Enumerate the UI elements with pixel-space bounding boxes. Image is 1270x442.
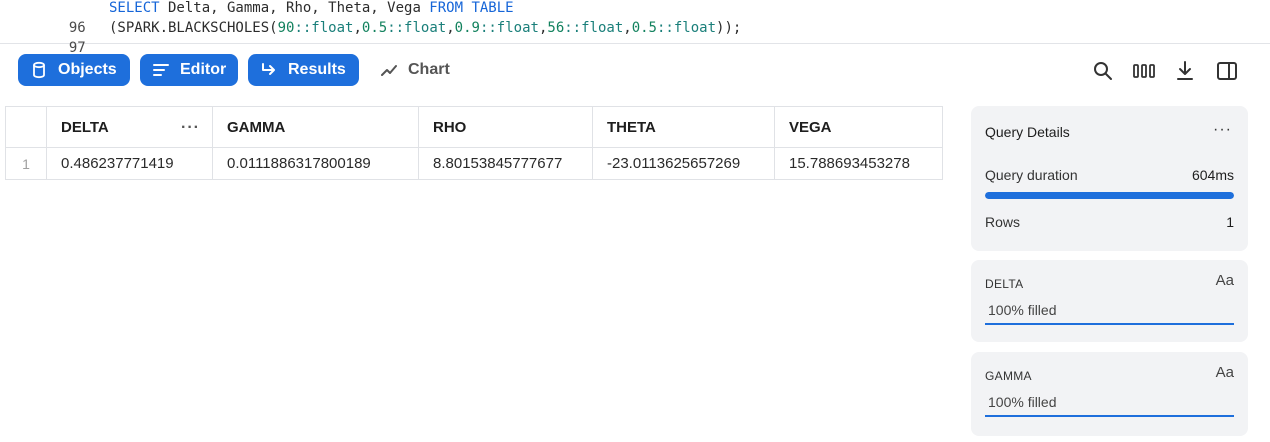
column-header-label: RHO [433,118,467,136]
text-type-icon: Aa [1215,364,1234,381]
trend-line-icon [381,65,397,76]
code-number: 56 [547,20,565,36]
code-type: ::float [294,20,354,36]
column-header-vega[interactable]: VEGA [774,106,943,148]
code-text: (SPARK.BLACKSCHOLES(90::float,0.5::float… [109,18,741,38]
query-duration-bar-fill [985,192,1234,199]
column-header-theta[interactable]: THETA [592,106,775,148]
columns-icon[interactable] [1132,59,1156,83]
fill-rate-text: 100% filled [988,302,1057,318]
code-line-96: 96 SELECT Delta, Gamma, Rho, Theta, Vega… [0,0,514,36]
editor-label: Editor [180,61,227,78]
results-button[interactable]: Results [248,54,359,86]
rows-label: Rows [985,214,1021,230]
code-comma: , [353,20,362,36]
column-card-delta[interactable]: DELTA Aa 100% filled [971,260,1248,342]
query-duration-label: Query duration [985,167,1078,183]
code-type: ::float [387,20,447,36]
column-card-name: DELTA [985,277,1024,291]
code-type: ::float [479,20,539,36]
download-icon[interactable] [1173,59,1197,83]
code-number: 90 [277,20,295,36]
editor-button[interactable]: Editor [140,54,238,86]
code-fn: (SPARK.BLACKSCHOLES( [109,20,278,36]
search-icon[interactable] [1091,59,1115,83]
fill-rate-underline [985,415,1234,417]
table-row[interactable]: 1 0.486237771419 0.0111886317800189 8.80… [5,147,943,180]
table-cell[interactable]: 15.788693453278 [774,147,943,180]
fill-rate-text: 100% filled [988,394,1057,410]
code-number: 0.5 [361,20,388,36]
database-icon [33,61,45,79]
keyword-select: SELECT [109,0,160,16]
query-duration-value: 604ms [1191,167,1234,183]
code-line-97: 97 (SPARK.BLACKSCHOLES(90::float,0.5::fl… [0,18,741,56]
table-header-row: DELTA ··· GAMMA RHO THETA VEGA [5,106,943,148]
query-details-card: Query Details ··· Query duration 604ms R… [971,106,1248,251]
column-header-delta[interactable]: DELTA ··· [46,106,213,148]
results-table: DELTA ··· GAMMA RHO THETA VEGA 1 0.486237… [5,106,943,180]
code-comma: , [623,20,632,36]
code-type: ::float [564,20,624,36]
table-cell[interactable]: 0.0111886317800189 [212,147,419,180]
sql-editor[interactable]: 96 SELECT Delta, Gamma, Rho, Theta, Vega… [0,0,1270,56]
column-header-label: DELTA [61,118,109,136]
code-number: 0.5 [631,20,657,36]
table-cell[interactable]: 8.80153845777677 [418,147,593,180]
column-header-label: THETA [607,118,656,136]
panel-toggle-icon[interactable] [1215,59,1239,83]
column-header-gamma[interactable]: GAMMA [212,106,419,148]
column-menu-icon[interactable]: ··· [181,119,200,137]
query-duration-bar [985,192,1234,199]
code-suffix: )); [716,20,742,36]
text-type-icon: Aa [1215,272,1234,289]
query-details-title: Query Details [985,124,1070,140]
rows-value: 1 [1226,214,1234,230]
lines-icon [153,64,169,76]
table-cell[interactable]: -23.0113625657269 [592,147,775,180]
code-comma: , [446,20,455,36]
table-cell[interactable]: 0.486237771419 [46,147,213,180]
row-number-header [5,106,47,148]
code-type: ::float [657,20,717,36]
column-header-label: VEGA [789,118,832,136]
objects-label: Objects [58,61,117,78]
column-card-name: GAMMA [985,369,1032,383]
column-card-gamma[interactable]: GAMMA Aa 100% filled [971,352,1248,436]
column-header-rho[interactable]: RHO [418,106,593,148]
keyword-from: FROM TABLE [429,0,514,16]
column-header-label: GAMMA [227,118,286,136]
fill-rate-underline [985,323,1234,325]
results-toolbar: Objects Editor Results Chart [0,45,1270,95]
row-number: 1 [5,147,47,180]
more-options-icon[interactable]: ··· [1213,121,1232,139]
return-arrow-icon [262,63,275,75]
code-text: SELECT Delta, Gamma, Rho, Theta, Vega FR… [109,0,514,18]
results-label: Results [288,61,346,78]
code-columns: Delta, Gamma, Rho, Theta, Vega [159,0,430,16]
chart-label: Chart [408,61,450,78]
objects-button[interactable]: Objects [18,54,130,86]
code-number: 0.9 [454,20,480,36]
chart-button[interactable]: Chart [380,54,450,86]
